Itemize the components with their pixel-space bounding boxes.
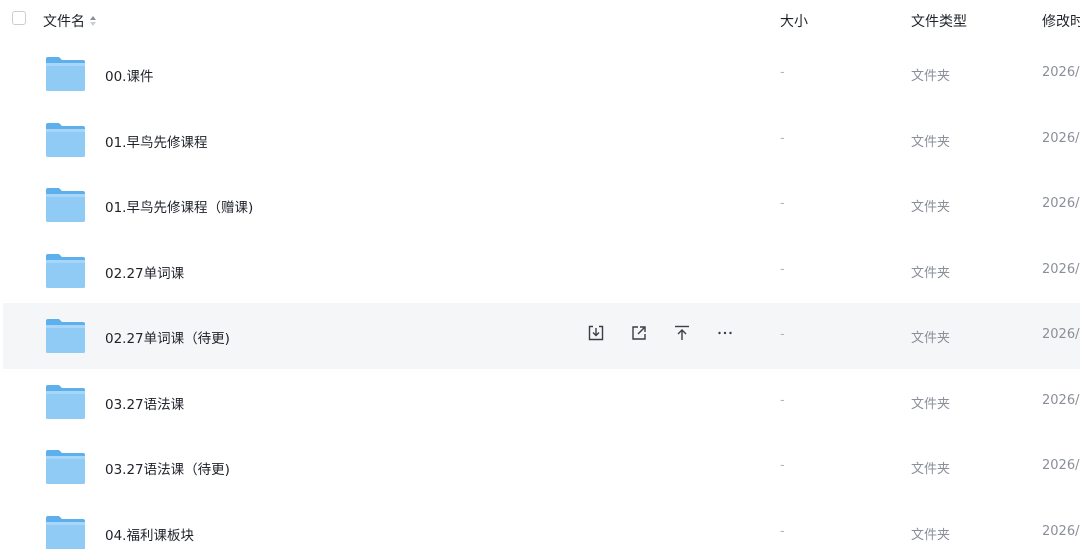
file-type: 文件夹 bbox=[911, 69, 951, 84]
table-row[interactable]: 01.早鸟先修课程（赠课) - 文件夹 2026/( bbox=[0, 172, 1080, 238]
file-type: 文件夹 bbox=[911, 396, 951, 412]
file-modified: 2026/( bbox=[1042, 196, 1080, 211]
column-header-modified[interactable]: 修改时 bbox=[1042, 11, 1080, 31]
file-name[interactable]: 01.早鸟先修课程（赠课) bbox=[105, 196, 253, 216]
folder-icon bbox=[45, 56, 86, 92]
file-name[interactable]: 01.早鸟先修课程 bbox=[105, 131, 207, 151]
file-modified: 2026/( bbox=[1042, 261, 1080, 277]
row-actions bbox=[586, 323, 735, 343]
file-size: - bbox=[780, 458, 785, 473]
move-to-top-icon[interactable] bbox=[672, 323, 692, 343]
file-type: 文件夹 bbox=[911, 331, 951, 346]
table-row[interactable]: 04.福利课板块 - 文件夹 2026/( bbox=[0, 500, 1080, 549]
column-header-name-label: 文件名 bbox=[43, 14, 85, 30]
file-name[interactable]: 00.课件 bbox=[105, 65, 153, 85]
file-name[interactable]: 04.福利课板块 bbox=[105, 524, 194, 544]
file-size: - bbox=[780, 523, 785, 539]
select-all-checkbox[interactable] bbox=[12, 11, 26, 25]
file-modified: 2026/( bbox=[1042, 65, 1080, 80]
folder-icon bbox=[45, 122, 86, 158]
table-row[interactable]: 01.早鸟先修课程 - 文件夹 2026/( bbox=[0, 107, 1080, 173]
download-icon[interactable] bbox=[586, 323, 606, 343]
folder-icon bbox=[45, 253, 86, 289]
table-row[interactable]: 03.27语法课（待更) - 文件夹 2026/( bbox=[0, 434, 1080, 500]
column-header-name[interactable]: 文件名 bbox=[43, 11, 97, 31]
file-size: - bbox=[780, 261, 785, 277]
file-size: - bbox=[780, 65, 785, 80]
table-row[interactable]: 00.课件 - 文件夹 2026/( bbox=[0, 41, 1080, 107]
file-list: 文件名 大小 文件类型 修改时 00.课件 - 文件夹 2026/( bbox=[0, 0, 1080, 549]
column-header-size[interactable]: 大小 bbox=[780, 11, 808, 31]
file-rows: 00.课件 - 文件夹 2026/( 01.早鸟先修课程 - 文件夹 2026/… bbox=[0, 41, 1080, 549]
table-row[interactable]: 03.27语法课 - 文件夹 2026/( bbox=[0, 369, 1080, 435]
table-row[interactable]: 02.27单词课（待更) - 文件夹 2026/( bbox=[3, 303, 1080, 369]
folder-icon bbox=[45, 449, 86, 485]
file-name[interactable]: 03.27语法课 bbox=[105, 393, 184, 413]
file-size: - bbox=[780, 392, 785, 408]
file-modified: 2026/( bbox=[1042, 130, 1080, 146]
folder-icon bbox=[45, 384, 86, 420]
file-type: 文件夹 bbox=[911, 462, 951, 477]
sort-icon[interactable] bbox=[89, 15, 97, 27]
file-modified: 2026/( bbox=[1042, 458, 1080, 473]
folder-icon bbox=[45, 515, 86, 549]
file-type: 文件夹 bbox=[911, 265, 951, 281]
folder-icon bbox=[45, 187, 86, 223]
folder-icon bbox=[45, 318, 86, 354]
file-type: 文件夹 bbox=[911, 134, 951, 150]
more-icon[interactable] bbox=[715, 323, 735, 343]
file-name[interactable]: 02.27单词课（待更) bbox=[105, 327, 230, 347]
table-header: 文件名 大小 文件类型 修改时 bbox=[0, 0, 1080, 40]
file-name[interactable]: 02.27单词课 bbox=[105, 262, 184, 282]
file-type: 文件夹 bbox=[911, 527, 951, 543]
file-name[interactable]: 03.27语法课（待更) bbox=[105, 458, 230, 478]
file-modified: 2026/( bbox=[1042, 327, 1080, 342]
file-size: - bbox=[780, 196, 785, 211]
column-header-type[interactable]: 文件类型 bbox=[911, 11, 967, 31]
file-size: - bbox=[780, 327, 785, 342]
table-row[interactable]: 02.27单词课 - 文件夹 2026/( bbox=[0, 238, 1080, 304]
file-type: 文件夹 bbox=[911, 200, 951, 215]
share-icon[interactable] bbox=[629, 323, 649, 343]
file-size: - bbox=[780, 130, 785, 146]
file-modified: 2026/( bbox=[1042, 523, 1080, 539]
file-modified: 2026/( bbox=[1042, 392, 1080, 408]
